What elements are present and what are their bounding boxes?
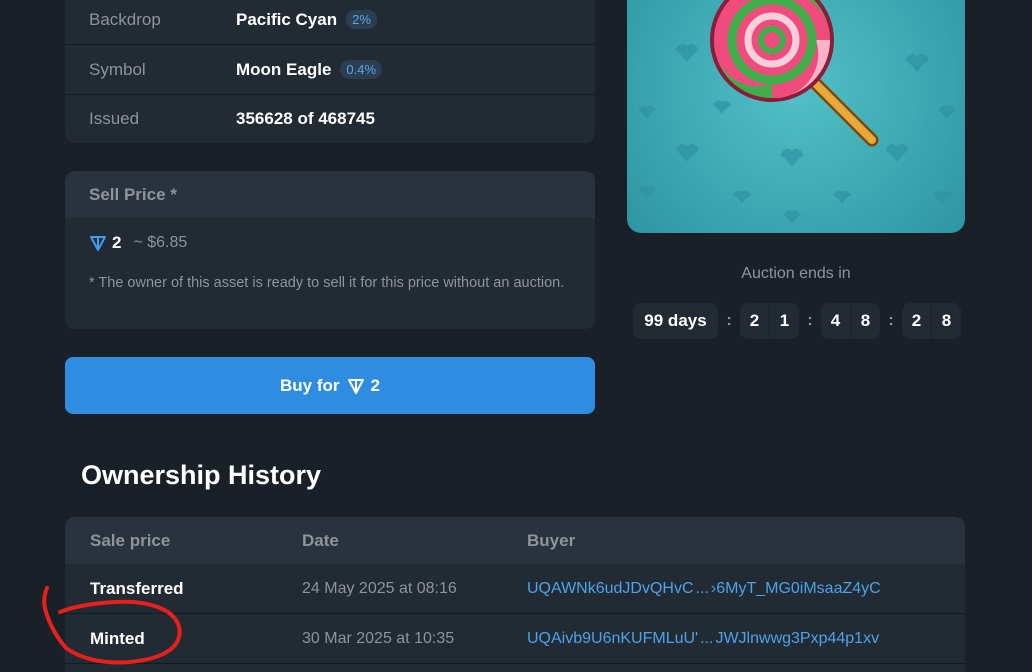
buyer-address-start: UQAWNk6udJDvQHvC <box>527 579 694 597</box>
countdown-hours-tens: 2 <box>740 303 769 339</box>
auction-ends-label: Auction ends in <box>741 265 851 282</box>
ton-currency-icon <box>347 378 364 394</box>
buy-button-label: Buy for <box>280 375 340 395</box>
sell-price-value: 2 ~ $6.85 <box>89 233 187 253</box>
attribute-row-backdrop: Backdrop Pacific Cyan 2% <box>65 0 595 45</box>
sale-price-cell: Minted <box>90 628 145 648</box>
sell-price-header: Sell Price * <box>65 171 595 218</box>
price-amount: 2 <box>112 233 122 252</box>
attributes-card: Backdrop Pacific Cyan 2% Symbol Moon Eag… <box>65 0 595 143</box>
address-ellipsis: ... <box>695 579 709 597</box>
sell-price-note: * The owner of this asset is ready to se… <box>89 275 565 291</box>
date-cell: 24 May 2025 at 08:16 <box>302 579 457 597</box>
column-header-date: Date <box>302 530 339 550</box>
buy-button-amount: 2 <box>370 375 380 395</box>
nft-image <box>627 0 965 233</box>
ownership-history-title: Ownership History <box>81 460 322 490</box>
ton-currency-icon <box>90 236 106 251</box>
countdown-separator: : <box>807 312 813 329</box>
countdown-hours-ones: 1 <box>770 303 799 339</box>
date-cell: 30 Mar 2025 at 10:35 <box>302 629 455 647</box>
countdown-minutes-tens: 4 <box>821 303 850 339</box>
countdown-seconds-ones: 8 <box>932 303 961 339</box>
attribute-value[interactable]: Pacific Cyan <box>236 10 337 30</box>
price-usd: ~ $6.85 <box>133 234 188 251</box>
auction-countdown: 99 days : 2 1 : 4 8 : 2 8 <box>633 303 961 339</box>
rarity-badge: 2% <box>346 10 377 29</box>
buyer-address-end: ›6MyT_MG0iMsaaZ4yC <box>710 579 881 597</box>
attribute-value[interactable]: Moon Eagle <box>236 60 331 80</box>
buyer-address-end: JWJlnwwg3Pxp44p1xv <box>715 629 880 647</box>
column-header-buyer: Buyer <box>527 530 576 550</box>
attribute-label: Backdrop <box>89 9 161 29</box>
buyer-address-link[interactable]: UQAWNk6udJDvQHvC ... ›6MyT_MG0iMsaaZ4yC <box>527 564 881 613</box>
lollipop-illustration <box>638 0 956 224</box>
countdown-separator: : <box>726 312 732 329</box>
column-header-sale-price: Sale price <box>90 530 171 550</box>
rarity-badge: 0.4% <box>340 60 383 79</box>
buyer-address-link[interactable]: UQAivb9U6nKUFMLuU' ... JWJlnwwg3Pxp44p1x… <box>527 614 879 663</box>
attribute-row-issued: Issued 356628 of 468745 <box>65 94 595 143</box>
attribute-label: Symbol <box>89 59 146 79</box>
countdown-seconds-tens: 2 <box>902 303 931 339</box>
attribute-row-symbol: Symbol Moon Eagle 0.4% <box>65 45 595 95</box>
attribute-value: 356628 of 468745 <box>236 109 375 128</box>
buyer-address-start: UQAivb9U6nKUFMLuU' <box>527 629 699 647</box>
table-row: Transferred 24 May 2025 at 08:16 UQAWNk6… <box>65 564 965 614</box>
address-ellipsis: ... <box>700 629 714 647</box>
table-header: Sale price Date Buyer <box>65 517 965 564</box>
sell-price-card: Sell Price * 2 ~ $6.85 * The owner of th… <box>65 171 595 329</box>
countdown-days: 99 days <box>633 303 718 339</box>
countdown-minutes-ones: 8 <box>851 303 880 339</box>
sale-price-cell: Transferred <box>90 578 184 598</box>
table-row: Minted 30 Mar 2025 at 10:35 UQAivb9U6nKU… <box>65 614 965 664</box>
buy-button[interactable]: Buy for 2 <box>65 357 595 414</box>
countdown-separator: : <box>888 312 894 329</box>
attribute-label: Issued <box>89 109 140 128</box>
ownership-history-table: Sale price Date Buyer Transferred 24 May… <box>65 517 965 672</box>
